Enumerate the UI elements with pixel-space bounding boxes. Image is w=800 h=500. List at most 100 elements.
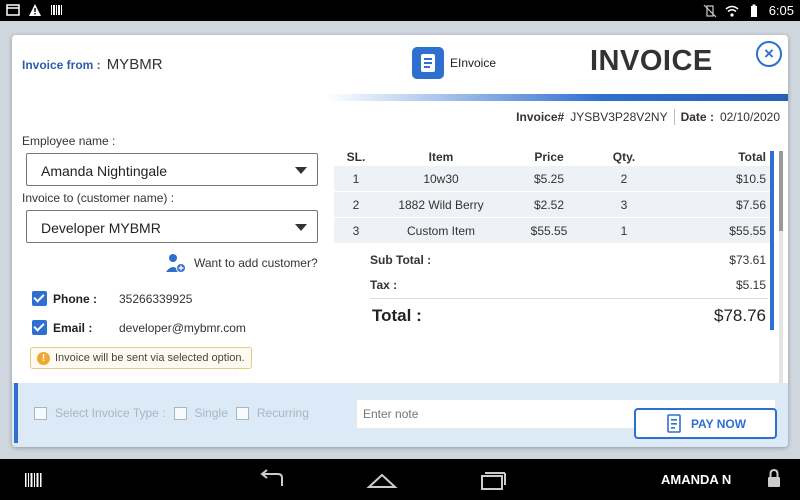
total-row: Total : $78.76	[372, 306, 766, 326]
add-customer-text: Want to add customer?	[194, 256, 318, 270]
table-row[interactable]: 1 10w30 $5.25 2 $10.5	[334, 166, 772, 192]
meta-separator	[673, 109, 675, 125]
customer-label: Invoice to (customer name) :	[22, 191, 175, 205]
date-label: Date :	[680, 110, 714, 124]
invoice-from-label: Invoice from :	[22, 58, 101, 72]
row-qty: 1	[620, 223, 628, 238]
table-row[interactable]: 3 Custom Item $55.55 1 $55.55	[334, 218, 772, 244]
phone-checkbox[interactable]	[32, 291, 47, 306]
add-user-icon	[166, 254, 186, 273]
row-sl: 3	[352, 223, 360, 238]
invoice-type-icon	[34, 406, 47, 420]
close-button[interactable]: ×	[756, 41, 782, 67]
recent-apps-icon[interactable]	[476, 469, 508, 491]
col-qty: Qty.	[612, 150, 636, 164]
pay-now-button[interactable]: PAY NOW	[634, 408, 777, 439]
invoice-date: 02/10/2020	[719, 110, 780, 124]
add-customer-link[interactable]: Want to add customer?	[164, 251, 318, 275]
subtotal-row: Sub Total : $73.61	[370, 253, 766, 267]
bottom-accent-bar	[14, 383, 18, 443]
items-header: SL. Item Price Qty. Total	[334, 150, 772, 166]
customer-select[interactable]: Developer MYBMR	[26, 210, 318, 243]
einvoice-logo-icon	[412, 47, 444, 79]
row-sl: 2	[352, 197, 360, 212]
app-area: Invoice from : MYBMR EInvoice INVOICE × …	[0, 21, 800, 459]
subtotal-value: $73.61	[729, 253, 766, 267]
phone-value: 35266339925	[119, 291, 193, 306]
single-label: Single	[194, 406, 228, 420]
tax-label: Tax :	[370, 278, 398, 292]
single-checkbox[interactable]	[173, 406, 187, 420]
col-total: Total	[738, 150, 766, 164]
employee-select-value: Amanda Nightingale	[41, 163, 168, 179]
row-price: $55.55	[530, 223, 568, 238]
info-note-text: Invoice will be sent via selected option…	[55, 352, 245, 364]
row-qty: 2	[620, 171, 628, 186]
table-row[interactable]: 2 1882 Wild Berry $2.52 3 $7.56	[334, 192, 772, 218]
einvoice-logo-text: EInvoice	[450, 56, 497, 70]
employee-select[interactable]: Amanda Nightingale	[26, 153, 318, 186]
lock-icon[interactable]	[766, 468, 782, 488]
nav-user-name: AMANDA N	[661, 472, 732, 487]
barcode-icon	[51, 5, 62, 15]
row-item: Custom Item	[406, 223, 475, 238]
pay-now-label: PAY NOW	[690, 416, 747, 431]
col-price: Price	[534, 150, 564, 164]
row-total: $7.56	[735, 197, 766, 212]
row-item: 10w30	[423, 171, 459, 186]
scrollbar-thumb[interactable]	[779, 151, 783, 231]
row-price: $5.25	[533, 171, 565, 186]
invoice-from: Invoice from : MYBMR	[22, 56, 163, 73]
vibrate-off-icon	[703, 4, 717, 17]
tax-value: $5.15	[735, 278, 766, 292]
info-icon: !	[37, 351, 50, 365]
row-item: 1882 Wild Berry	[398, 197, 484, 212]
back-icon[interactable]	[256, 469, 288, 491]
invoice-meta: Invoice# JYSBV3P28V2NY Date : 02/10/2020	[516, 109, 780, 125]
total-value: $78.76	[714, 306, 766, 325]
items-table: SL. Item Price Qty. Total 1 10w30 $5.25 …	[334, 150, 772, 244]
row-total: $55.55	[729, 223, 766, 238]
receipt-icon	[667, 413, 681, 433]
chevron-down-icon	[295, 167, 307, 174]
total-label: Total :	[372, 306, 422, 325]
email-value: developer@mybmr.com	[119, 320, 246, 335]
chevron-down-icon	[295, 224, 307, 231]
battery-icon	[750, 4, 757, 17]
subtotal-label: Sub Total :	[370, 253, 432, 267]
email-label: Email :	[53, 320, 93, 335]
invoice-number: JYSBV3P28V2NY	[570, 110, 668, 124]
email-checkbox[interactable]	[32, 320, 47, 335]
email-option[interactable]: Email : developer@mybmr.com	[32, 320, 246, 335]
barcode-icon	[25, 473, 42, 487]
invoice-number-label: Invoice#	[516, 110, 565, 124]
close-icon: ×	[764, 44, 774, 63]
select-type-label: Select Invoice Type :	[55, 406, 166, 420]
col-sl: SL.	[346, 150, 366, 164]
phone-label: Phone :	[53, 291, 97, 306]
tax-row: Tax : $5.15	[370, 278, 766, 292]
customer-select-value: Developer MYBMR	[41, 220, 161, 236]
home-icon[interactable]	[366, 469, 398, 491]
summary-divider	[370, 298, 768, 299]
row-qty: 3	[620, 197, 628, 212]
status-time: 6:05	[768, 3, 794, 18]
header-divider	[327, 94, 788, 101]
page-title: INVOICE	[590, 45, 713, 77]
wifi-icon	[725, 5, 739, 17]
invoice-card: Invoice from : MYBMR EInvoice INVOICE × …	[12, 35, 788, 447]
employee-label: Employee name :	[22, 134, 116, 148]
phone-option[interactable]: Phone : 35266339925	[32, 291, 192, 306]
row-sl: 1	[352, 171, 360, 186]
col-item: Item	[428, 150, 454, 164]
status-bar: 6:05	[0, 0, 800, 21]
invoice-type-selector[interactable]: Select Invoice Type : Single Recurring	[34, 406, 309, 420]
info-note: ! Invoice will be sent via selected opti…	[30, 347, 252, 369]
items-accent-bar	[770, 151, 774, 330]
nav-bar: AMANDA N	[0, 459, 800, 500]
recurring-label: Recurring	[256, 406, 309, 420]
recurring-checkbox[interactable]	[235, 406, 249, 420]
row-total: $10.5	[735, 171, 766, 186]
invoice-from-value: MYBMR	[106, 56, 163, 73]
row-price: $2.52	[533, 197, 565, 212]
